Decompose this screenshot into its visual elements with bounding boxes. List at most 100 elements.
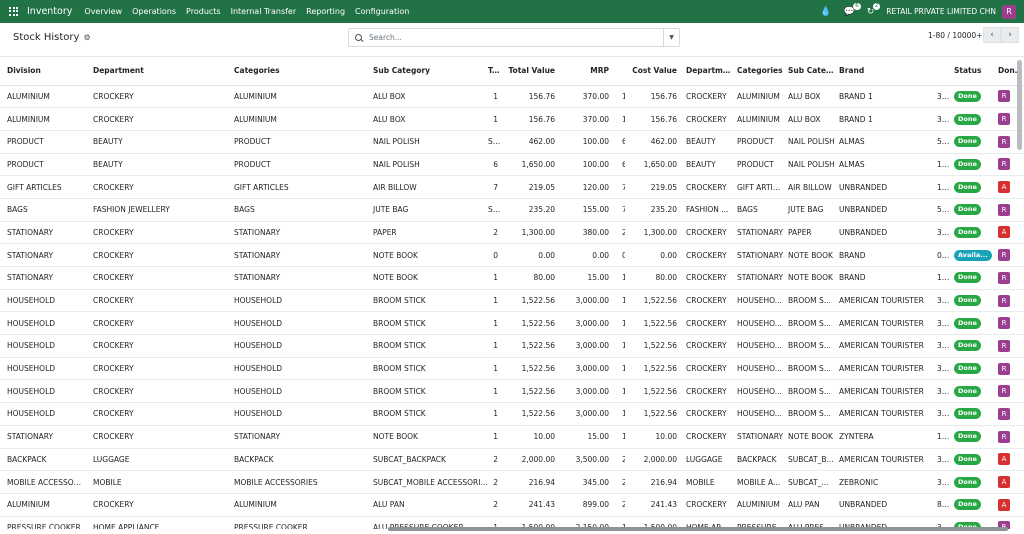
- cell-brand: ALMAS: [836, 153, 930, 177]
- cell-division: BAGS: [0, 198, 86, 222]
- cell-done-by: RRAM: [995, 357, 1024, 381]
- cell-cost-value: 1,522.56: [625, 334, 683, 358]
- search-input[interactable]: [369, 30, 659, 45]
- col-t[interactable]: T...: [488, 57, 504, 86]
- cell-status: Done: [951, 311, 995, 336]
- cell-t: 1: [488, 311, 504, 336]
- table-row[interactable]: HOUSEHOLD CROCKERY HOUSEHOLD BROOM STICK 1 1,…: [0, 334, 1024, 358]
- col-sub-category[interactable]: Sub Category: [366, 57, 488, 86]
- cell-categories-2: BAGS: [734, 198, 785, 222]
- cell-mrp: 3,500.00: [561, 448, 615, 472]
- table-row[interactable]: MOBILE ACCESSORIES MOBILE MOBILE ACCESSORI…: [0, 470, 1024, 494]
- cell-mrp: 100.00: [561, 153, 615, 177]
- cell-total-value: 1,522.56: [504, 334, 561, 358]
- cell-t: 1: [488, 107, 504, 131]
- cell-sub-category: NAIL POLISH: [366, 153, 488, 177]
- table-row[interactable]: STATIONARY CROCKERY STATIONARY NOTE BOOK 0 0.…: [0, 243, 1024, 267]
- table-row[interactable]: HOUSEHOLD CROCKERY HOUSEHOLD BROOM STICK 1 1,…: [0, 311, 1024, 336]
- col-division[interactable]: Division: [0, 57, 86, 86]
- col-department[interactable]: Department: [86, 57, 227, 86]
- cell-status: Done: [951, 107, 995, 131]
- horizontal-scrollbar[interactable]: [388, 527, 1008, 531]
- col-cost-value[interactable]: Cost Value: [625, 57, 683, 86]
- cell-department-2: CROCKERY: [683, 425, 734, 449]
- table-row[interactable]: GIFT ARTICLES CROCKERY GIFT ARTICLES AIR BI…: [0, 175, 1024, 199]
- table-row[interactable]: PRODUCT BEAUTY PRODUCT NAIL POLISH 6 1,650.00…: [0, 153, 1024, 177]
- cell-done-by: AAdmi...: [995, 221, 1024, 245]
- cell-department: CROCKERY: [86, 107, 227, 131]
- table-row[interactable]: ALUMINIUM CROCKERY ALUMINIUM ALU PAN 2 241.43…: [0, 493, 1024, 517]
- cell-sub-category: ALU BOX: [366, 85, 488, 109]
- table-row[interactable]: STATIONARY CROCKERY STATIONARY NOTE BOOK 1 80…: [0, 266, 1024, 290]
- cell-categories-2: ALUMINIUM: [734, 493, 785, 517]
- cell-total-value: 1,300.00: [504, 221, 561, 245]
- cell-blank: 3 2 2: [930, 470, 951, 494]
- table-row[interactable]: HOUSEHOLD CROCKERY HOUSEHOLD BROOM STICK 1 1,…: [0, 357, 1024, 381]
- col-mrp[interactable]: MRP: [561, 57, 615, 86]
- cell-t: 2: [488, 448, 504, 472]
- table-row[interactable]: HOUSEHOLD CROCKERY HOUSEHOLD BROOM STICK 1 1,…: [0, 289, 1024, 313]
- pager-previous-button[interactable]: ‹: [983, 27, 1001, 43]
- table-row[interactable]: PRODUCTBEAUTYPRODUCTNAIL POLISHS... 6462…: [0, 130, 1024, 154]
- menu-internal-transfer[interactable]: Internal Transfer: [231, 7, 297, 16]
- table-row[interactable]: HOUSEHOLD CROCKERY HOUSEHOLD BROOM STICK 1 1,…: [0, 379, 1024, 404]
- status-badge: Done: [954, 476, 981, 488]
- table-row[interactable]: HOUSEHOLD CROCKERY HOUSEHOLD BROOM STICK 1 1,…: [0, 402, 1024, 426]
- avatar: R: [998, 430, 1010, 443]
- messages-icon[interactable]: 💬 6: [843, 2, 861, 17]
- col-status[interactable]: Status: [951, 57, 995, 86]
- company-switcher[interactable]: RETAIL PRIVATE LIMITED CHN: [886, 7, 996, 16]
- menu-products[interactable]: Products: [186, 7, 221, 16]
- col-department-2[interactable]: Department: [683, 57, 734, 86]
- activities-icon[interactable]: ↻ 2: [867, 2, 881, 17]
- cell-categories-2: STATIONARY: [734, 221, 785, 245]
- cell-mrp: 3,000.00: [561, 311, 615, 336]
- pager-value[interactable]: 1-80 / 10000+: [928, 31, 982, 40]
- app-brand[interactable]: Inventory: [27, 6, 72, 17]
- table-row[interactable]: ALUMINIUM CROCKERY ALUMINIUM ALU BOX 1 156.76…: [0, 107, 1024, 131]
- cell-cost-value: 462.00: [625, 130, 683, 154]
- table-row[interactable]: STATIONARY CROCKERY STATIONARY PAPER 2 1,300.…: [0, 221, 1024, 245]
- pager-next-button[interactable]: ›: [1001, 27, 1019, 43]
- cell-division: HOUSEHOLD: [0, 402, 86, 426]
- droplet-icon[interactable]: 💧: [820, 7, 831, 17]
- cell-total-value: 1,522.56: [504, 311, 561, 336]
- top-navbar: Inventory Overview Operations Products I…: [0, 0, 1024, 23]
- cell-sub-category-2: BROOM S...: [785, 357, 836, 381]
- cell-t: 1: [488, 357, 504, 381]
- gear-icon[interactable]: ⚙: [83, 33, 90, 42]
- chevron-down-icon[interactable]: ▼: [663, 29, 679, 46]
- col-categories-2[interactable]: Categories: [734, 57, 785, 86]
- col-total-value[interactable]: Total Value: [504, 57, 561, 86]
- cell-mrp-extra: 2: [615, 470, 625, 494]
- status-badge: Done: [954, 113, 981, 125]
- col-sub-category-2[interactable]: Sub Categ...: [785, 57, 836, 86]
- cell-status: Done: [951, 266, 995, 290]
- menu-configuration[interactable]: Configuration: [355, 7, 409, 16]
- col-categories[interactable]: Categories: [227, 57, 366, 86]
- cell-categories-2: ALUMINIUM: [734, 107, 785, 131]
- table-row[interactable]: BACKPACK LUGGAGE BACKPACK SUBCAT_BACKPACK 2 2…: [0, 448, 1024, 472]
- status-badge: Done: [954, 317, 981, 329]
- cell-blank: 1 1 8: [930, 266, 951, 290]
- vertical-scrollbar[interactable]: [1017, 60, 1022, 150]
- cell-mrp-extra: 1: [615, 85, 625, 109]
- cell-done-by: RRAM: [995, 266, 1024, 290]
- col-blank[interactable]: [930, 57, 951, 86]
- cell-total-value: 156.76: [504, 107, 561, 131]
- cell-done-by: RRAM: [995, 198, 1024, 222]
- table-row[interactable]: BAGSFASHION JEWELLERYBAGSJUTE BAGS... 72…: [0, 198, 1024, 222]
- menu-operations[interactable]: Operations: [132, 7, 176, 16]
- cell-sub-category-2: BROOM S...: [785, 379, 836, 404]
- col-brand[interactable]: Brand: [836, 57, 930, 86]
- menu-reporting[interactable]: Reporting: [306, 7, 345, 16]
- user-avatar[interactable]: R: [1002, 4, 1016, 19]
- cell-status: Done: [951, 470, 995, 494]
- avatar: A: [998, 453, 1010, 466]
- table-row[interactable]: STATIONARY CROCKERY STATIONARY NOTE BOOK 1 10…: [0, 425, 1024, 449]
- table-row[interactable]: ALUMINIUM CROCKERY ALUMINIUM ALU BOX 1 156.76…: [0, 85, 1024, 109]
- apps-menu-icon[interactable]: [9, 6, 19, 17]
- cell-sub-category: BROOM STICK: [366, 402, 488, 426]
- status-badge: Done: [954, 226, 981, 238]
- menu-overview[interactable]: Overview: [84, 7, 122, 16]
